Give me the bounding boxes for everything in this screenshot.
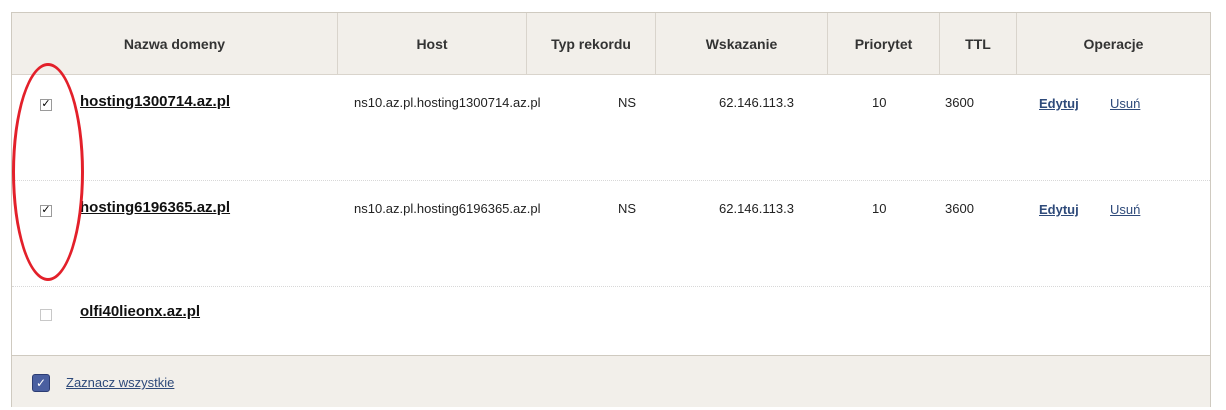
row-checkbox[interactable] [40,309,52,321]
edit-link[interactable]: Edytuj [1039,96,1079,111]
table-row: ✓ hosting1300714.az.pl ns10.az.pl.hostin… [12,75,1210,180]
priority-cell: 10 [872,95,887,110]
delete-link[interactable]: Usuń [1110,96,1140,111]
host-cell: ns10.az.pl.hosting6196365.az.pl [354,201,541,216]
record-type-cell: NS [618,95,637,110]
select-all-checkbox-icon[interactable]: ✓ [32,374,50,392]
host-cell: ns10.az.pl.hosting1300714.az.pl [354,95,541,110]
target-cell: 62.146.113.3 [719,201,794,216]
table-header: Nazwa domeny Host Typ rekordu Wskazanie … [12,13,1210,75]
record-type-cell: NS [618,201,637,216]
header-ttl: TTL [965,35,991,52]
table-row: ✓ hosting6196365.az.pl ns10.az.pl.hostin… [12,181,1210,286]
header-target: Wskazanie [705,35,778,52]
row-checkbox[interactable]: ✓ [40,99,52,111]
row-checkbox[interactable]: ✓ [40,205,52,217]
header-priority: Priorytet [854,35,913,52]
delete-link[interactable]: Usuń [1110,202,1140,217]
header-domain-name: Nazwa domeny [123,35,226,52]
header-operations: Operacje [1083,35,1144,52]
dns-records-table: Nazwa domeny Host Typ rekordu Wskazanie … [11,12,1211,407]
domain-name-link[interactable]: hosting1300714.az.pl [80,93,230,110]
ttl-cell: 3600 [945,201,974,216]
edit-link[interactable]: Edytuj [1039,202,1079,217]
header-host: Host [416,35,448,52]
domain-name-link[interactable]: hosting6196365.az.pl [80,199,230,216]
table-row: olfi40lieonx.az.pl [12,287,1210,355]
header-record-type: Typ rekordu [551,35,631,52]
domain-name-link[interactable]: olfi40lieonx.az.pl [80,303,200,320]
ttl-cell: 3600 [945,95,974,110]
priority-cell: 10 [872,201,887,216]
select-all-link[interactable]: Zaznacz wszystkie [66,375,174,390]
target-cell: 62.146.113.3 [719,95,794,110]
table-footer: ✓ Zaznacz wszystkie [12,355,1210,407]
